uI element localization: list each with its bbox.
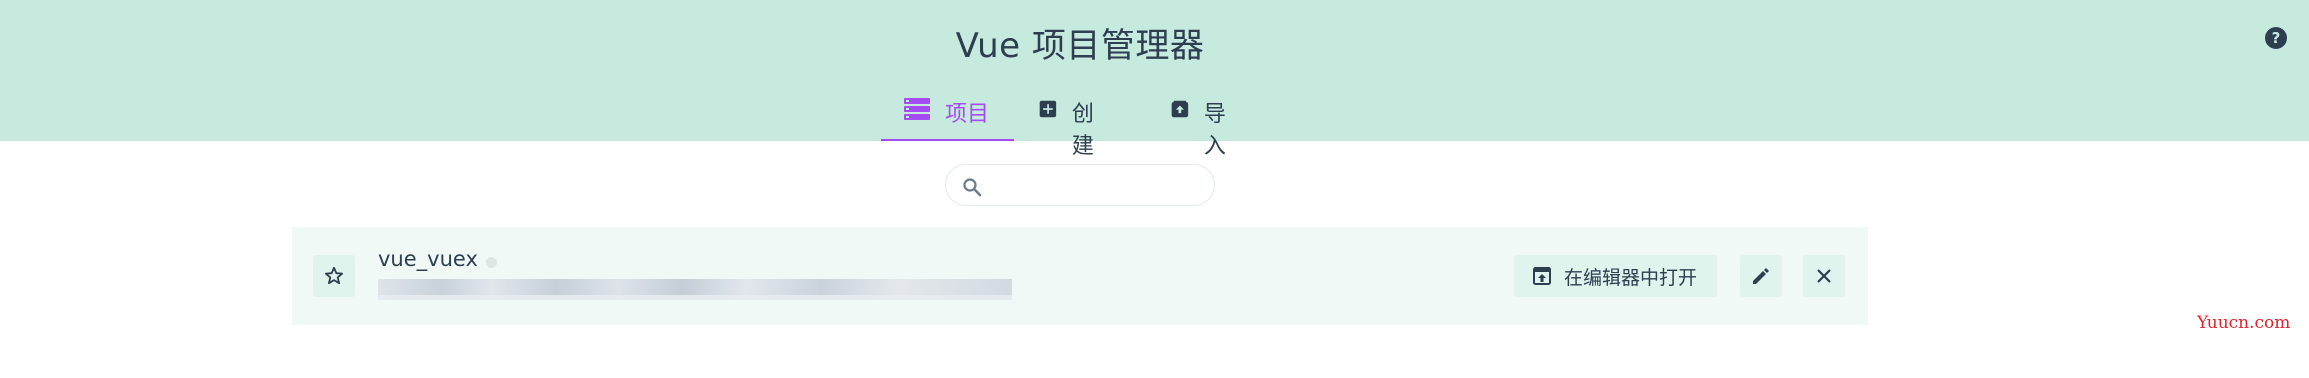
watermark: Yuucn.com <box>2197 313 2291 333</box>
tab-label: 创建 <box>1071 102 1094 159</box>
project-path-blurred <box>378 279 1012 300</box>
tab-import[interactable]: 导入 <box>1171 88 1234 159</box>
open-in-editor-label: 在编辑器中打开 <box>1564 266 1698 289</box>
import-archive-icon <box>1171 100 1189 118</box>
tab-create[interactable]: 创建 <box>1039 88 1102 159</box>
list-icon <box>904 98 930 120</box>
search-field[interactable] <box>945 164 1215 206</box>
search-icon <box>963 178 982 197</box>
project-list-item[interactable]: vue_vuex 在编辑器中打开 <box>292 227 1868 325</box>
project-name: vue_vuex <box>378 247 478 271</box>
tab-projects[interactable]: 项目 <box>881 88 1014 141</box>
project-status-dot <box>486 257 497 268</box>
page-title: Vue 项目管理器 <box>955 26 1205 66</box>
edit-project-button[interactable] <box>1740 255 1782 297</box>
search-input[interactable] <box>990 169 1200 201</box>
favorite-button[interactable] <box>313 255 355 297</box>
tab-label: 项目 <box>945 102 990 127</box>
pencil-icon <box>1753 268 1769 284</box>
close-icon <box>1817 269 1831 283</box>
tab-label: 导入 <box>1203 102 1226 159</box>
open-in-new-icon <box>1533 267 1551 285</box>
remove-project-button[interactable] <box>1803 255 1845 297</box>
plus-square-icon <box>1039 100 1057 118</box>
open-in-editor-button[interactable]: 在编辑器中打开 <box>1514 255 1717 297</box>
star-icon <box>324 266 344 285</box>
app-header: Vue 项目管理器 ? 项目 创建 导入 <box>0 0 2309 159</box>
help-icon[interactable]: ? <box>2265 27 2287 49</box>
